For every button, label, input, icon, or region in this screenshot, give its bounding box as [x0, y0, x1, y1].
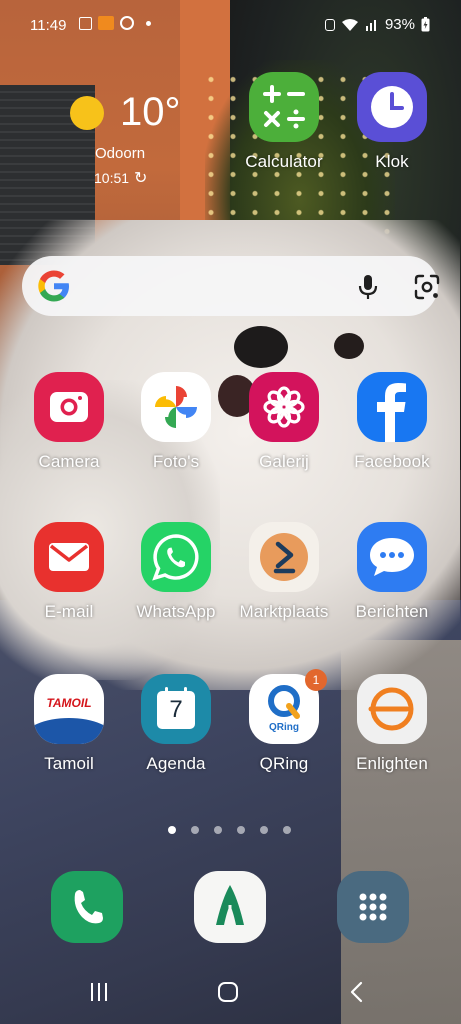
sunny-weather-icon [70, 96, 104, 130]
status-bar: 11:49 93% [0, 0, 461, 50]
gallery-flower-icon [249, 372, 319, 442]
app-label: Foto's [152, 452, 200, 471]
page-dot[interactable] [260, 826, 268, 834]
app-gallery[interactable]: Galerij [229, 372, 339, 472]
tamoil-logo-text: TAMOIL [46, 696, 92, 710]
app-tamoil[interactable]: TAMOIL Tamoil [14, 674, 124, 774]
phone-icon[interactable] [51, 871, 123, 943]
app-label: Enlighten [356, 754, 428, 773]
weather-widget[interactable]: 10° Odoorn 10:51 ↻ [68, 90, 228, 190]
photos-pinwheel-icon [141, 372, 211, 442]
facebook-icon [357, 372, 427, 442]
app-calculator[interactable]: Calculator [229, 72, 339, 172]
shazam-notification-icon [120, 16, 134, 30]
recents-icon[interactable] [88, 981, 110, 1003]
battery-percent: 93% [384, 16, 415, 33]
app-enlighten[interactable]: Enlighten [337, 674, 447, 774]
app-notification-icon [98, 16, 114, 30]
app-label: Klok [375, 152, 409, 171]
app-label: Tamoil [44, 754, 94, 773]
notification-badge: 1 [305, 669, 327, 691]
email-icon [34, 522, 104, 592]
app-label: Berichten [355, 602, 429, 621]
page-dot[interactable] [237, 826, 245, 834]
weather-updated-time: 10:51 [94, 170, 130, 186]
app-label: Facebook [354, 452, 430, 471]
google-search-bar[interactable] [22, 256, 440, 316]
battery-charging-icon [421, 17, 430, 32]
qring-logo-text: QRing [269, 722, 299, 733]
tulip-app-icon[interactable] [194, 871, 266, 943]
clock-icon [357, 72, 427, 142]
whatsapp-icon [141, 522, 211, 592]
page-dot[interactable] [283, 826, 291, 834]
page-dot[interactable] [191, 826, 199, 834]
app-label: Marktplaats [239, 602, 329, 621]
app-label: QRing [259, 754, 309, 773]
home-icon[interactable] [217, 981, 239, 1003]
wifi-icon [341, 18, 358, 31]
calculator-icon [249, 72, 319, 142]
app-drawer-icon[interactable] [337, 871, 409, 943]
refresh-icon[interactable]: ↻ [134, 168, 147, 188]
more-notifications-dot [146, 20, 151, 26]
app-clock[interactable]: Klok [337, 72, 447, 172]
app-qring[interactable]: QRing QRing [229, 674, 339, 774]
app-whatsapp[interactable]: WhatsApp [121, 522, 231, 622]
app-label: Galerij [259, 452, 309, 471]
calendar-day: 7 [169, 696, 183, 723]
app-agenda[interactable]: 7 Agenda [121, 674, 231, 774]
enlighten-icon [357, 674, 427, 744]
app-photos[interactable]: Foto's [121, 372, 231, 472]
page-dot[interactable] [214, 826, 222, 834]
google-lens-icon[interactable] [412, 272, 442, 302]
marktplaats-icon [249, 522, 319, 592]
search-input[interactable] [82, 270, 336, 304]
app-label: E-mail [44, 602, 94, 621]
navigation-bar [0, 960, 461, 1024]
alarm-icon [324, 18, 335, 31]
status-time: 11:49 [30, 17, 67, 34]
app-label: Calculator [245, 152, 323, 171]
app-marktplaats[interactable]: Marktplaats [229, 522, 339, 622]
app-label: Agenda [146, 754, 206, 773]
camera-icon [34, 372, 104, 442]
app-label: WhatsApp [136, 602, 216, 621]
microphone-icon[interactable] [353, 272, 383, 302]
app-messages[interactable]: Berichten [337, 522, 447, 622]
signal-icon [365, 20, 376, 31]
tamoil-icon: TAMOIL [34, 674, 104, 744]
page-dot-active[interactable] [168, 826, 176, 834]
calendar-icon: 7 [141, 674, 211, 744]
back-icon[interactable] [348, 981, 366, 1003]
app-email[interactable]: E-mail [14, 522, 124, 622]
app-facebook[interactable]: Facebook [337, 372, 447, 472]
app-camera[interactable]: Camera [14, 372, 124, 472]
app-label: Camera [38, 452, 100, 471]
weather-location: Odoorn [95, 145, 146, 162]
weather-temperature: 10° [120, 90, 181, 134]
page-indicator[interactable] [168, 826, 291, 834]
messages-icon [357, 522, 427, 592]
google-logo-icon [38, 270, 69, 302]
gallery-notification-icon [79, 16, 92, 30]
